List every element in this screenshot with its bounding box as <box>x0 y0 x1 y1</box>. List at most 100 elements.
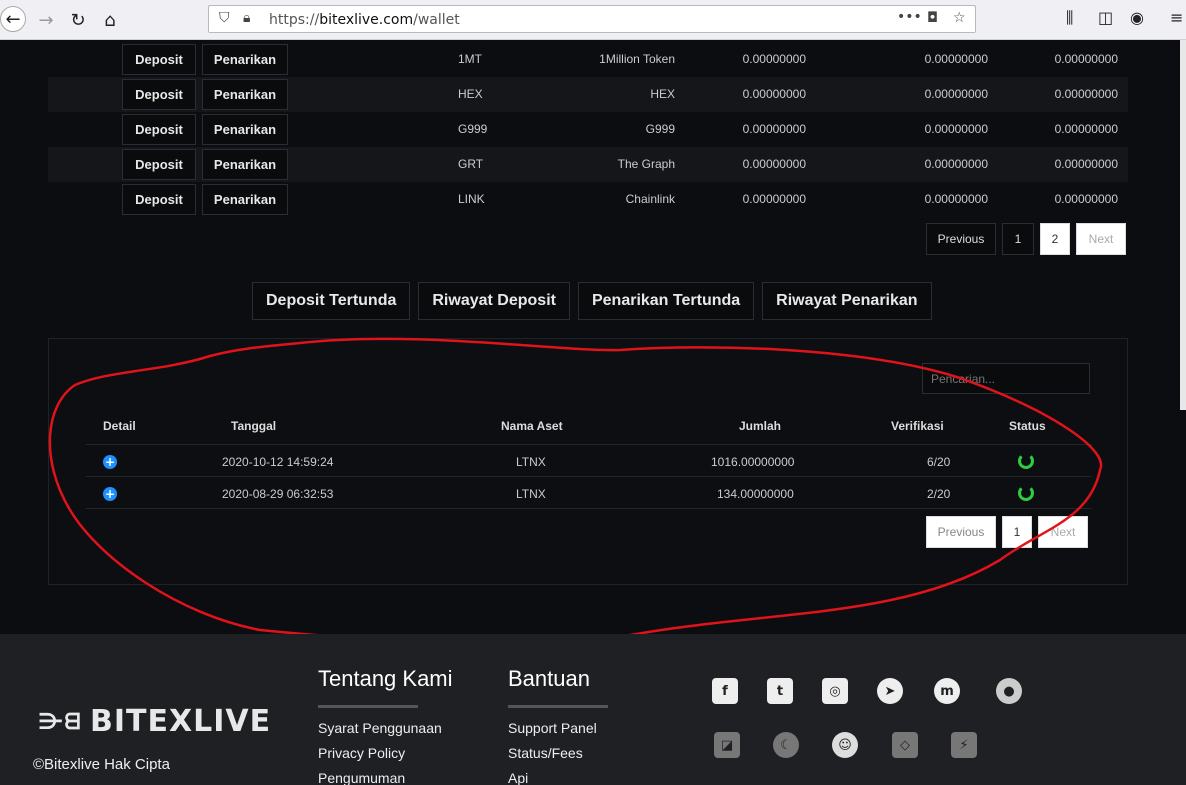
row-date: 2020-08-29 06:32:53 <box>222 487 334 501</box>
footer-heading-underline <box>508 705 608 708</box>
row-asset: LTNX <box>516 455 546 469</box>
page-1-button[interactable]: 1 <box>1002 516 1032 548</box>
next-button[interactable]: Next <box>1038 516 1088 548</box>
row-divider <box>86 476 1092 477</box>
bookmark-star-icon[interactable]: ☆ <box>953 10 966 26</box>
footer-heading-help: Bantuan <box>508 666 590 691</box>
pending-spinner-icon <box>1018 453 1034 469</box>
previous-button[interactable]: Previous <box>926 223 996 255</box>
tab-deposit-pending[interactable]: Deposit Tertunda <box>252 282 411 320</box>
asset-available: 0.00000000 <box>742 87 806 101</box>
coincodex-icon[interactable]: ☺ <box>832 732 858 758</box>
instagram-icon[interactable]: ◎ <box>822 678 848 704</box>
site-footer: ⋺ᗺ BITEXLIVE ©Bitexlive Hak Cipta Tentan… <box>0 634 1186 785</box>
table-row: Deposit Penarikan HEX HEX 0.00000000 0.000000… <box>48 77 1128 112</box>
column-header-asset[interactable]: Nama Aset <box>501 419 563 433</box>
row-amount: 134.00000000 <box>717 487 794 501</box>
sidebar-icon[interactable]: ◫ <box>1098 8 1113 27</box>
shield-icon[interactable]: ⛉ <box>219 10 230 26</box>
tab-withdraw-pending[interactable]: Penarikan Tertunda <box>577 282 755 320</box>
withdraw-button[interactable]: Penarikan <box>202 44 288 75</box>
column-header-detail[interactable]: Detail <box>103 419 136 433</box>
column-header-verification[interactable]: Verifikasi <box>891 419 944 433</box>
asset-available: 0.00000000 <box>742 157 806 171</box>
asset-symbol: GRT <box>458 157 484 171</box>
footer-link-terms[interactable]: Syarat Penggunaan <box>318 720 442 736</box>
page-scrollbar[interactable] <box>1180 40 1186 410</box>
copyright: ©Bitexlive Hak Cipta <box>33 756 170 773</box>
asset-available: 0.00000000 <box>742 52 806 66</box>
url-text[interactable]: https://bitexlive.com/wallet <box>269 12 460 28</box>
page-1-button[interactable]: 1 <box>1002 223 1034 255</box>
withdraw-button[interactable]: Penarikan <box>202 79 288 110</box>
row-verification: 2/20 <box>927 487 951 501</box>
coinpaprika-icon[interactable]: ◪ <box>714 732 740 758</box>
asset-name: G999 <box>645 122 675 136</box>
home-icon[interactable]: ⌂ <box>96 6 124 34</box>
column-header-status[interactable]: Status <box>1009 419 1046 433</box>
tab-withdraw-history[interactable]: Riwayat Penarikan <box>762 282 932 320</box>
row-asset: LTNX <box>516 487 546 501</box>
deposit-button[interactable]: Deposit <box>122 184 196 215</box>
facebook-icon[interactable]: f <box>712 678 738 704</box>
deposit-button[interactable]: Deposit <box>122 149 196 180</box>
tab-deposit-history[interactable]: Riwayat Deposit <box>418 282 570 320</box>
coinhunt-icon[interactable]: ☾ <box>773 732 799 758</box>
expand-detail-icon[interactable]: + <box>103 487 117 501</box>
footer-link-announcements[interactable]: Pengumuman <box>318 770 405 785</box>
column-header-date[interactable]: Tanggal <box>231 419 276 433</box>
telegram-icon[interactable]: ➤ <box>877 678 903 704</box>
page-2-button[interactable]: 2 <box>1040 223 1070 255</box>
previous-button[interactable]: Previous <box>926 516 996 548</box>
asset-pending: 0.00000000 <box>924 52 988 66</box>
twitter-icon[interactable]: t <box>767 678 793 704</box>
asset-available: 0.00000000 <box>742 192 806 206</box>
asset-pending: 0.00000000 <box>924 87 988 101</box>
reload-icon[interactable]: ↻ <box>64 6 92 34</box>
asset-name: Chainlink <box>625 192 675 206</box>
coingecko-icon[interactable]: ● <box>996 678 1022 704</box>
table-row: Deposit Penarikan 1MT 1Million Token 0.00000… <box>48 42 1128 77</box>
asset-available: 0.00000000 <box>742 122 806 136</box>
asset-total: 0.00000000 <box>1054 87 1118 101</box>
footer-link-status-fees[interactable]: Status/Fees <box>508 745 583 761</box>
library-icon[interactable]: ⫼ <box>1066 8 1073 28</box>
deposit-button[interactable]: Deposit <box>122 114 196 145</box>
bitexlive-logo[interactable]: ⋺ᗺ BITEXLIVE <box>38 704 271 739</box>
coinmarketcap-icon[interactable]: m <box>934 678 960 704</box>
history-tabs: Deposit Tertunda Riwayat Deposit Penarik… <box>252 282 932 320</box>
withdraw-button[interactable]: Penarikan <box>202 149 288 180</box>
next-button[interactable]: Next <box>1076 223 1126 255</box>
livecoinwatch-icon[interactable]: ⚡︎ <box>951 732 977 758</box>
page-actions-icon[interactable]: ••• <box>897 9 922 25</box>
forward-arrow-icon[interactable]: → <box>32 6 60 34</box>
footer-link-support[interactable]: Support Panel <box>508 720 597 736</box>
asset-total: 0.00000000 <box>1054 122 1118 136</box>
footer-link-privacy[interactable]: Privacy Policy <box>318 745 405 761</box>
row-divider <box>86 508 1092 509</box>
deposit-button[interactable]: Deposit <box>122 79 196 110</box>
back-arrow-icon[interactable]: ← <box>0 6 26 32</box>
menu-icon[interactable]: ≡ <box>1170 8 1183 27</box>
footer-link-api[interactable]: Api <box>508 770 528 785</box>
asset-total: 0.00000000 <box>1054 157 1118 171</box>
withdraw-button[interactable]: Penarikan <box>202 184 288 215</box>
expand-detail-icon[interactable]: + <box>103 455 117 469</box>
asset-name: 1Million Token <box>599 52 675 66</box>
logo-text: BITEXLIVE <box>90 704 272 739</box>
deposit-button[interactable]: Deposit <box>122 44 196 75</box>
withdraw-button[interactable]: Penarikan <box>202 114 288 145</box>
column-header-amount[interactable]: Jumlah <box>739 419 781 433</box>
nomics-icon[interactable]: ◇ <box>892 732 918 758</box>
asset-total: 0.00000000 <box>1054 192 1118 206</box>
pocket-icon[interactable]: ◘ <box>927 10 938 26</box>
row-amount: 1016.00000000 <box>711 455 795 469</box>
pending-spinner-icon <box>1018 485 1034 501</box>
history-pagination: Previous 1 Next <box>926 516 1088 548</box>
table-row: Deposit Penarikan G999 G999 0.00000000 0.0000… <box>48 112 1128 147</box>
account-icon[interactable]: ◉ <box>1130 8 1144 27</box>
row-verification: 6/20 <box>927 455 951 469</box>
row-date: 2020-10-12 14:59:24 <box>222 455 334 469</box>
address-bar[interactable]: ⛉ 🔒︎ https://bitexlive.com/wallet ••• ◘ … <box>208 5 976 33</box>
search-input[interactable] <box>922 363 1090 394</box>
